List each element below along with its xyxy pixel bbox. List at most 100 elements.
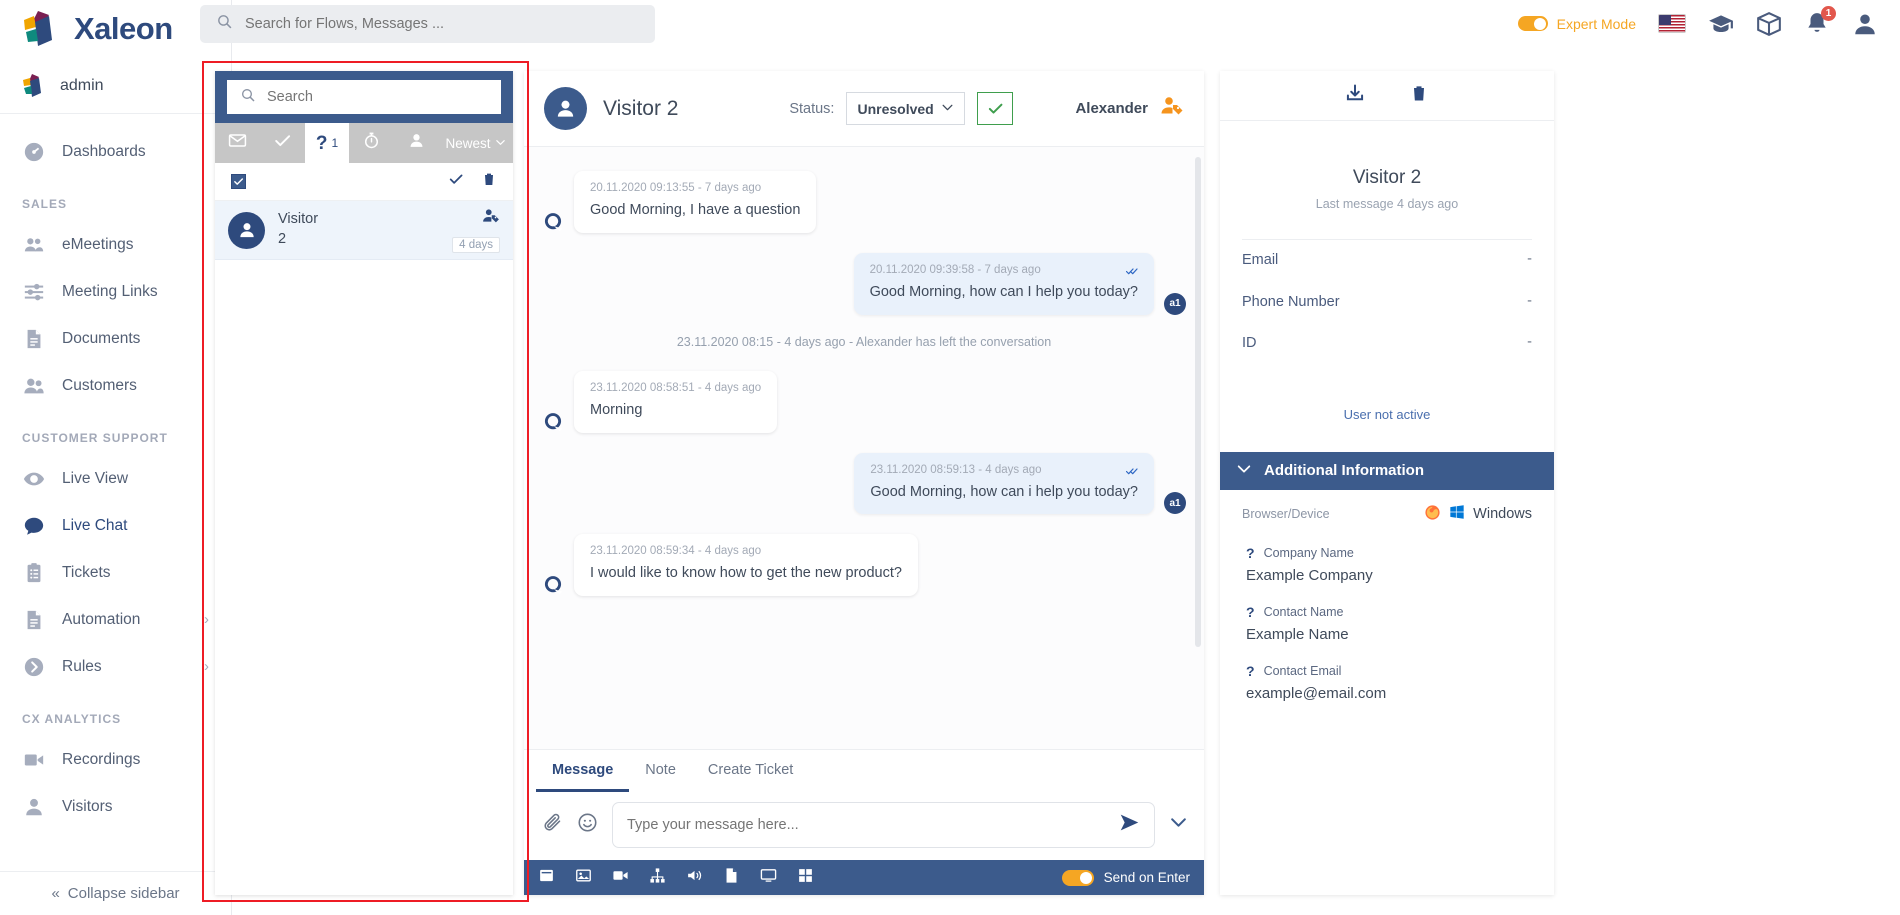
tab-pending-timer[interactable] <box>349 123 394 163</box>
topbar: Expert Mode 1 <box>200 0 1900 47</box>
send-paper-plane-icon[interactable] <box>1119 812 1140 838</box>
notifications-bell-icon[interactable]: 1 <box>1804 5 1836 37</box>
double-chevron-left-icon: « <box>51 885 60 902</box>
tab-resolved-check[interactable] <box>260 123 305 163</box>
box-icon[interactable] <box>1756 11 1782 37</box>
assign-tag-icon[interactable] <box>482 207 500 230</box>
question-mark-icon: ? <box>1246 662 1255 679</box>
status-dropdown[interactable]: Unresolved <box>846 92 966 125</box>
user-row[interactable]: admin <box>0 58 231 114</box>
conversation-action-bar <box>215 163 513 201</box>
sidebar-nav: Dashboards SALES eMeetings Meeting Links <box>0 114 231 871</box>
toggle-switch-icon[interactable] <box>1517 16 1548 31</box>
attachment-paperclip-icon[interactable] <box>542 812 563 838</box>
send-document-icon[interactable] <box>723 867 740 889</box>
agent-avatar-badge: a1 <box>1164 492 1186 515</box>
additional-information-header[interactable]: Additional Information <box>1220 451 1554 490</box>
system-message: 23.11.2020 08:15 - 4 days ago - Alexande… <box>676 334 1052 349</box>
composer-expand-chevron-icon[interactable] <box>1169 813 1188 837</box>
message-bubble: 23.11.2020 08:59:34 - 4 days ago I would… <box>574 534 918 597</box>
language-flag-us-icon[interactable] <box>1658 14 1686 33</box>
conversation-list-panel: ? 1 Newest <box>215 71 513 895</box>
conversation-name: Visitor 2 <box>278 210 318 249</box>
sort-label: Newest <box>445 135 491 151</box>
message-input-field[interactable] <box>612 802 1155 848</box>
chevron-down-icon <box>495 136 506 151</box>
conversation-search-input[interactable] <box>267 89 488 105</box>
tab-note[interactable]: Note <box>629 750 692 792</box>
video-call-icon[interactable] <box>612 867 629 889</box>
collapse-sidebar-button[interactable]: « Collapse sidebar <box>0 871 231 915</box>
expert-mode-toggle[interactable]: Expert Mode <box>1517 16 1636 32</box>
check-icon <box>273 131 292 155</box>
sidebar-item-recordings[interactable]: Recordings <box>0 736 231 783</box>
apps-grid-icon[interactable] <box>797 867 814 889</box>
message-input[interactable] <box>627 817 1109 833</box>
notification-badge: 1 <box>1821 5 1836 21</box>
account-avatar-icon[interactable] <box>1852 11 1878 37</box>
tab-unresolved-question[interactable]: ? 1 <box>304 123 350 163</box>
assigned-agent[interactable]: Alexander <box>1075 94 1184 123</box>
canned-response-book-icon[interactable] <box>538 867 555 889</box>
chat-panel: Visitor 2 Status: Unresolved Alexander 2… <box>524 71 1204 895</box>
list-item[interactable]: Visitor 2 4 days <box>215 201 513 260</box>
tab-create-ticket[interactable]: Create Ticket <box>692 750 809 792</box>
sidebar-item-emeetings[interactable]: eMeetings <box>0 221 231 268</box>
bulk-delete-trash-icon[interactable] <box>481 171 497 192</box>
agent-name: Alexander <box>1075 100 1148 117</box>
sidebar-item-live-view[interactable]: Live View <box>0 455 231 502</box>
composer-toolbar: Send on Enter <box>524 860 1204 895</box>
select-all-checkbox[interactable] <box>231 174 246 189</box>
graduation-cap-icon[interactable] <box>1708 11 1734 37</box>
screen-share-icon[interactable] <box>760 867 777 889</box>
bulk-resolve-icon[interactable] <box>448 171 464 192</box>
sidebar-label: Meeting Links <box>62 282 158 300</box>
tab-unread-envelope[interactable] <box>215 123 260 163</box>
status-label: Status: <box>789 100 835 117</box>
sort-dropdown[interactable]: Newest <box>439 123 513 163</box>
visitor-marker-icon <box>542 411 564 433</box>
tab-message[interactable]: Message <box>536 750 630 792</box>
emoji-smiley-icon[interactable] <box>577 812 598 838</box>
avatar <box>228 211 265 249</box>
search-icon <box>216 13 233 35</box>
audio-speaker-icon[interactable] <box>686 867 703 889</box>
chat-header: Visitor 2 Status: Unresolved Alexander <box>524 71 1204 147</box>
document-lines-icon <box>22 608 46 632</box>
toggle-switch-icon[interactable] <box>1061 869 1094 886</box>
cobrowse-sitemap-icon[interactable] <box>649 867 666 889</box>
sidebar-item-live-chat[interactable]: Live Chat <box>0 502 231 549</box>
global-search[interactable] <box>200 4 655 43</box>
download-icon[interactable] <box>1345 83 1365 108</box>
sidebar-section-cx-analytics: CX ANALYTICS <box>22 712 122 726</box>
message-bubble: 23.11.2020 08:58:51 - 4 days ago Morning <box>574 370 778 433</box>
send-image-icon[interactable] <box>575 867 592 889</box>
send-on-enter-label: Send on Enter <box>1103 870 1190 885</box>
conversation-search[interactable] <box>227 80 501 114</box>
windows-logo-icon <box>1449 504 1465 524</box>
delete-trash-icon[interactable] <box>1409 83 1429 108</box>
thread-scrollbar[interactable] <box>1195 157 1201 647</box>
message-row-outgoing: 20.11.2020 09:39:58 - 7 days ago Good Mo… <box>542 252 1186 315</box>
sidebar-item-meeting-links[interactable]: Meeting Links <box>0 268 231 315</box>
sidebar-item-documents[interactable]: Documents <box>0 315 231 362</box>
sidebar-item-rules[interactable]: Rules › <box>0 643 231 690</box>
brand-logo-area[interactable]: Xaleon <box>0 0 231 58</box>
sidebar-item-visitors[interactable]: Visitors <box>0 783 231 830</box>
sidebar-item-automation[interactable]: Automation › <box>0 596 231 643</box>
custom-field-value: Example Name <box>1246 625 1349 643</box>
additional-information-title: Additional Information <box>1264 462 1424 480</box>
search-input[interactable] <box>245 15 639 32</box>
send-on-enter-toggle[interactable]: Send on Enter <box>1061 869 1190 886</box>
tab-assigned-person[interactable] <box>394 123 439 163</box>
table-row: Phone Number - <box>1242 282 1532 324</box>
sidebar-item-tickets[interactable]: Tickets <box>0 549 231 596</box>
sidebar-item-dashboards[interactable]: Dashboards <box>0 128 231 175</box>
browser-device-value: Windows <box>1473 506 1532 523</box>
message-timestamp: 23.11.2020 08:59:13 - 4 days ago <box>870 463 1042 476</box>
message-row-incoming: 23.11.2020 08:59:34 - 4 days ago I would… <box>542 534 1186 597</box>
resolve-button[interactable] <box>977 92 1014 125</box>
agent-tag-icon <box>1160 94 1184 123</box>
sidebar-item-customers[interactable]: Customers <box>0 362 231 409</box>
workspace: ? 1 Newest <box>202 47 1900 915</box>
